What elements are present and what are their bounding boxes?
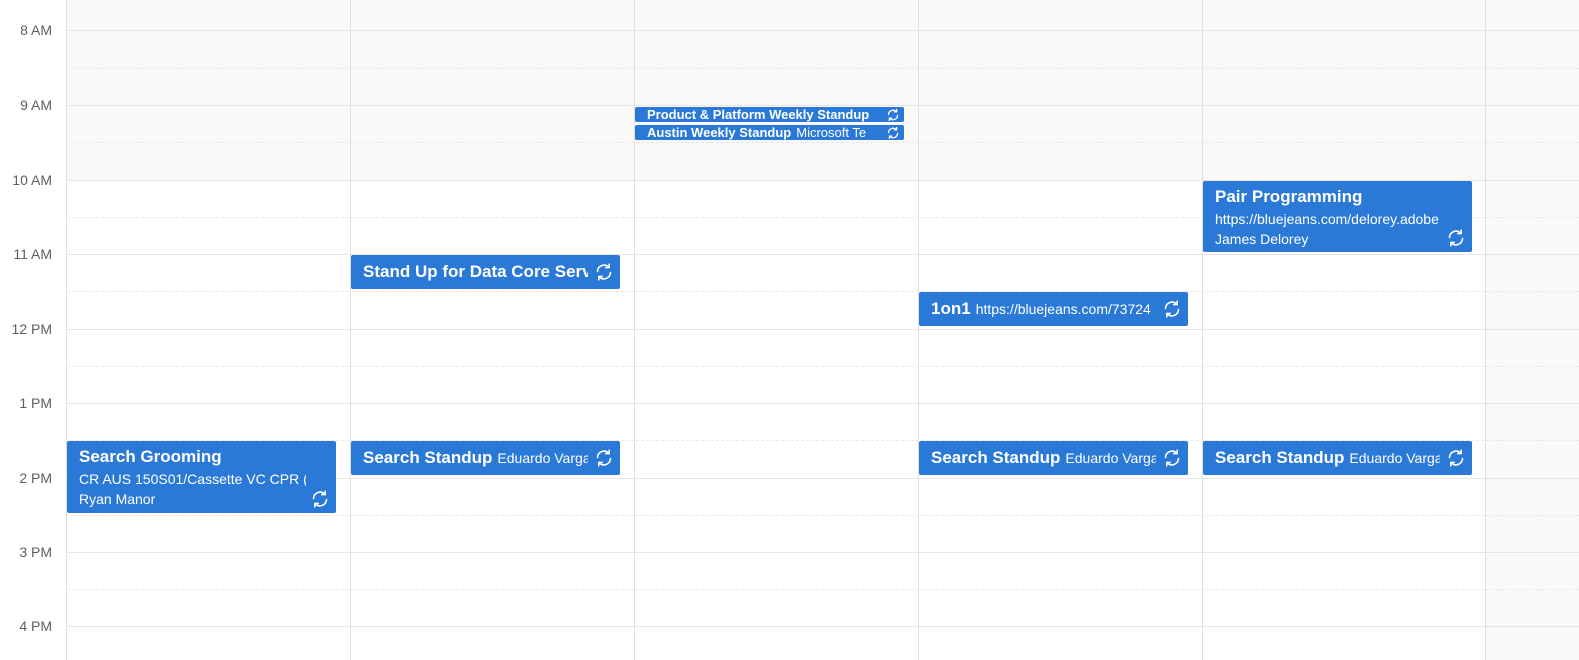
time-label: 11 AM <box>13 246 52 262</box>
time-label: 9 AM <box>20 97 52 113</box>
hour-line <box>66 30 1579 31</box>
event-text: Search Standup Eduardo Varga <box>363 441 588 475</box>
time-label: 1 PM <box>19 395 52 411</box>
event-text: Austin Weekly Standup Microsoft Te <box>647 126 866 140</box>
half-hour-line <box>66 142 1579 143</box>
time-label: 4 PM <box>19 618 52 634</box>
event-location: CR AUS 150S01/Cassette VC CPR (8); h <box>79 471 306 487</box>
recurring-icon <box>1446 228 1466 248</box>
time-label: 12 PM <box>11 321 52 337</box>
event-search-grooming[interactable]: Search Grooming CR AUS 150S01/Cassette V… <box>67 441 336 513</box>
recurring-icon <box>886 126 900 140</box>
event-product-platform-standup[interactable]: Product & Platform Weekly Standup <box>635 107 904 122</box>
recurring-icon <box>1446 448 1466 468</box>
event-organizer: James Delorey <box>1215 231 1309 247</box>
recurring-icon <box>886 108 900 122</box>
off-hours-shading <box>919 0 1202 180</box>
hour-line <box>66 254 1579 255</box>
off-hours-shading <box>351 0 634 180</box>
half-hour-line <box>66 291 1579 292</box>
half-hour-line <box>66 589 1579 590</box>
event-search-standup[interactable]: Search Standup Eduardo Varga <box>919 441 1188 475</box>
calendar-week-grid: 8 AM 9 AM 10 AM 11 AM 12 PM 1 PM 2 PM 3 … <box>0 0 1579 660</box>
event-title: Search Standup <box>363 447 493 467</box>
event-title: Search Standup <box>1215 447 1345 467</box>
half-hour-line <box>66 515 1579 516</box>
day-column-weekend[interactable] <box>1485 0 1579 660</box>
half-hour-line <box>66 68 1579 69</box>
off-hours-shading <box>1203 0 1486 180</box>
event-text: 1on1 https://bluejeans.com/73724 <box>931 292 1151 326</box>
day-column[interactable] <box>918 0 1202 660</box>
off-hours-shading <box>67 0 350 180</box>
event-location: Microsoft Te <box>796 125 867 140</box>
event-location: https://bluejeans.com/73724 <box>975 300 1151 317</box>
hour-line <box>66 626 1579 627</box>
time-label: 3 PM <box>19 544 52 560</box>
time-label: 8 AM <box>20 22 52 38</box>
recurring-icon <box>1162 448 1182 468</box>
recurring-icon <box>310 489 330 509</box>
event-title: Search Standup <box>931 447 1061 467</box>
event-location: https://bluejeans.com/delorey.adobe <box>1215 211 1439 227</box>
time-label: 10 AM <box>12 172 52 188</box>
off-hours-shading <box>1486 0 1579 660</box>
event-standup-data-core[interactable]: Stand Up for Data Core Serv <box>351 255 620 289</box>
event-title: Product & Platform Weekly Standup <box>647 107 870 122</box>
event-organizer: Eduardo Varga <box>1349 449 1440 466</box>
event-search-standup[interactable]: Search Standup Eduardo Varga <box>351 441 620 475</box>
event-title: Stand Up for Data Core Serv <box>363 261 588 281</box>
event-1on1[interactable]: 1on1 https://bluejeans.com/73724 <box>919 292 1188 326</box>
event-text: Product & Platform Weekly Standup <box>647 108 869 122</box>
event-text: Search Standup Eduardo Varga <box>1215 441 1440 475</box>
event-organizer: Eduardo Varga <box>497 449 588 466</box>
hour-line <box>66 329 1579 330</box>
hour-line <box>66 552 1579 553</box>
time-label: 2 PM <box>19 470 52 486</box>
recurring-icon <box>594 448 614 468</box>
event-austin-weekly-standup[interactable]: Austin Weekly Standup Microsoft Te <box>635 125 904 140</box>
hour-line <box>66 403 1579 404</box>
event-search-standup[interactable]: Search Standup Eduardo Varga <box>1203 441 1472 475</box>
recurring-icon <box>594 262 614 282</box>
event-title: Austin Weekly Standup <box>647 125 792 140</box>
event-organizer: Eduardo Varga <box>1065 449 1156 466</box>
time-gutter: 8 AM 9 AM 10 AM 11 AM 12 PM 1 PM 2 PM 3 … <box>0 0 66 660</box>
hour-line <box>66 105 1579 106</box>
calendar-days-area <box>66 0 1579 660</box>
event-pair-programming[interactable]: Pair Programming https://bluejeans.com/d… <box>1203 181 1472 252</box>
event-title: Search Grooming <box>79 447 222 466</box>
half-hour-line <box>66 366 1579 367</box>
event-text: Stand Up for Data Core Serv <box>363 255 588 289</box>
event-title: Pair Programming <box>1215 187 1363 206</box>
day-column[interactable] <box>1202 0 1486 660</box>
event-title: 1on1 <box>931 298 971 318</box>
day-column[interactable] <box>66 0 350 660</box>
event-text: Search Standup Eduardo Varga <box>931 441 1156 475</box>
event-organizer: Ryan Manor <box>79 491 156 507</box>
recurring-icon <box>1162 299 1182 319</box>
off-hours-shading <box>635 0 918 180</box>
day-column[interactable] <box>634 0 918 660</box>
day-column[interactable] <box>350 0 634 660</box>
